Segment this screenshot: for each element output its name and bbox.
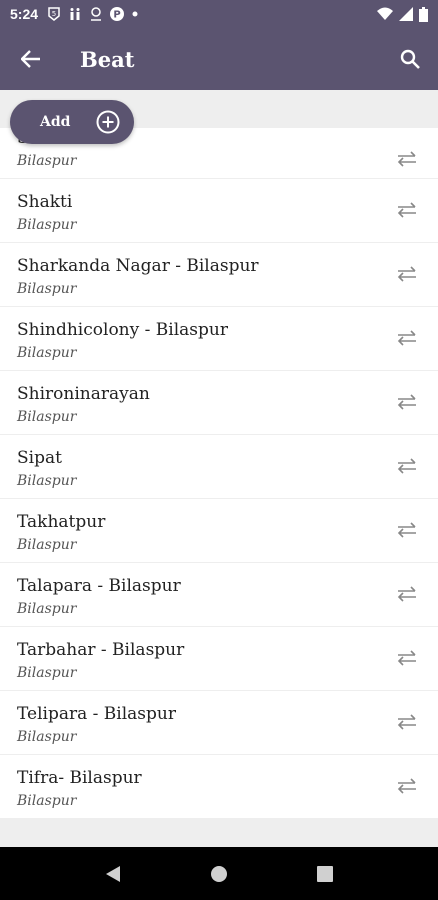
list-item-name: Shakti bbox=[17, 192, 73, 212]
list-item-subtitle: Bilaspur bbox=[17, 537, 77, 553]
swap-icon[interactable] bbox=[396, 649, 418, 667]
battery-icon bbox=[419, 6, 428, 22]
list-item-name: Sharkanda Nagar - Bilaspur bbox=[17, 256, 259, 276]
list-item[interactable]: Takhatpur Bilaspur bbox=[0, 499, 438, 562]
list-item[interactable]: Talapara - Bilaspur Bilaspur bbox=[0, 563, 438, 626]
nav-recents-icon[interactable] bbox=[317, 865, 334, 882]
list-item[interactable]: Telipara - Bilaspur Bilaspur bbox=[0, 691, 438, 754]
wifi-icon bbox=[377, 7, 393, 20]
list-item[interactable]: Shindhicolony - Bilaspur Bilaspur bbox=[0, 307, 438, 370]
list-item-name: Talapara - Bilaspur bbox=[17, 576, 181, 596]
list-item-subtitle: Bilaspur bbox=[17, 217, 77, 233]
nav-home-icon[interactable] bbox=[210, 865, 228, 883]
list-item-name: Sipat bbox=[17, 448, 62, 468]
dot-icon bbox=[132, 11, 138, 17]
list-item-subtitle: Bilaspur bbox=[17, 793, 77, 809]
list-item-subtitle: Bilaspur bbox=[17, 665, 77, 681]
add-button[interactable]: Add bbox=[10, 100, 134, 144]
signal-icon bbox=[399, 7, 413, 21]
add-circle-icon bbox=[96, 110, 120, 134]
status-time: 5:24 bbox=[10, 6, 39, 22]
list-item-subtitle: Bilaspur bbox=[17, 345, 77, 361]
accessibility-icon bbox=[70, 8, 80, 20]
swap-icon[interactable] bbox=[396, 585, 418, 603]
system-nav-bar bbox=[0, 847, 438, 900]
search-button[interactable] bbox=[382, 28, 438, 90]
location-icon bbox=[91, 7, 102, 21]
list-item[interactable]: Shironinarayan Bilaspur bbox=[0, 371, 438, 434]
app-bar: Beat bbox=[0, 28, 438, 90]
list-item-subtitle: Bilaspur bbox=[17, 473, 77, 489]
page-title: Beat bbox=[80, 46, 135, 72]
status-bar: 5:24 5 P bbox=[0, 0, 438, 28]
list-item-name: Tarbahar - Bilaspur bbox=[17, 640, 185, 660]
arrow-back-icon bbox=[21, 50, 40, 68]
swap-icon[interactable] bbox=[396, 150, 418, 168]
swap-icon[interactable] bbox=[396, 265, 418, 283]
list-item[interactable]: Sipat Bilaspur bbox=[0, 435, 438, 498]
nav-back-icon[interactable] bbox=[105, 865, 121, 883]
swap-icon[interactable] bbox=[396, 201, 418, 219]
shield-icon: 5 bbox=[48, 7, 60, 21]
beat-list: SarkandaBilaspurShaktiBilaspurSharkanda … bbox=[0, 128, 438, 819]
swap-icon[interactable] bbox=[396, 521, 418, 539]
list-item[interactable]: Tifra- Bilaspur Bilaspur bbox=[0, 755, 438, 818]
swap-icon[interactable] bbox=[396, 393, 418, 411]
list-item[interactable]: Tarbahar - Bilaspur Bilaspur bbox=[0, 627, 438, 690]
list-item[interactable]: Shakti Bilaspur bbox=[0, 179, 438, 242]
swap-icon[interactable] bbox=[396, 457, 418, 475]
list-item-name: Shindhicolony - Bilaspur bbox=[17, 320, 228, 340]
list-item-subtitle: Bilaspur bbox=[17, 409, 77, 425]
list-item[interactable]: Sharkanda Nagar - Bilaspur Bilaspur bbox=[0, 243, 438, 306]
search-icon bbox=[400, 49, 420, 69]
svg-text:P: P bbox=[113, 10, 120, 21]
svg-text:5: 5 bbox=[52, 10, 56, 18]
back-button[interactable] bbox=[0, 28, 62, 90]
list-item-subtitle: Bilaspur bbox=[17, 281, 77, 297]
list-item-name: Shironinarayan bbox=[17, 384, 150, 404]
swap-icon[interactable] bbox=[396, 713, 418, 731]
app-notification-icon: P bbox=[110, 7, 125, 21]
list-item-subtitle: Bilaspur bbox=[17, 601, 77, 617]
swap-icon[interactable] bbox=[396, 777, 418, 795]
list-item-subtitle: Bilaspur bbox=[17, 729, 77, 745]
list-item-name: Tifra- Bilaspur bbox=[17, 768, 142, 788]
list-item-subtitle: Bilaspur bbox=[17, 153, 77, 169]
swap-icon[interactable] bbox=[396, 329, 418, 347]
add-button-label: Add bbox=[40, 114, 71, 130]
list-item-name: Takhatpur bbox=[17, 512, 106, 532]
list-item-name: Telipara - Bilaspur bbox=[17, 704, 176, 724]
beat-list-container[interactable]: SarkandaBilaspurShaktiBilaspurSharkanda … bbox=[0, 90, 438, 847]
